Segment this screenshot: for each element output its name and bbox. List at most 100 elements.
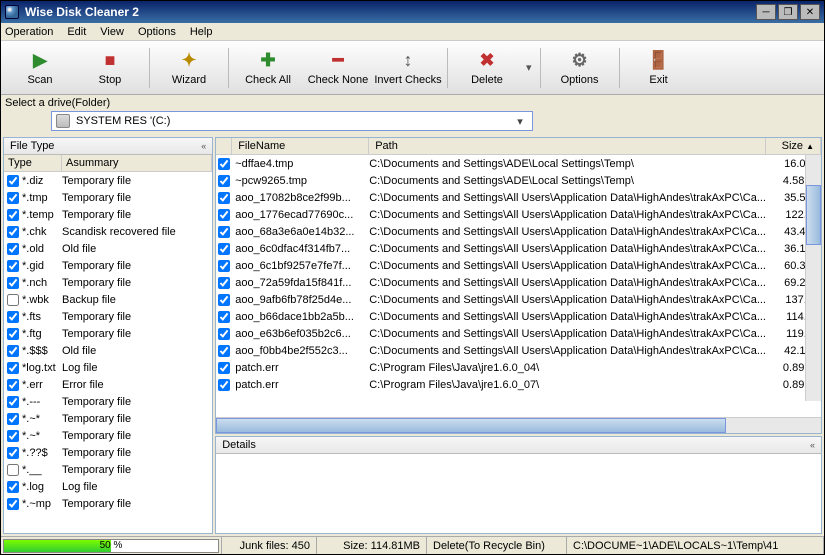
filetype-checkbox[interactable] <box>7 209 19 221</box>
drive-combo[interactable]: SYSTEM RES '(C:) ▾ <box>51 111 533 131</box>
filetype-row[interactable]: *.chkScandisk recovered file <box>4 223 212 240</box>
filetype-checkbox[interactable] <box>7 430 19 442</box>
filetype-checkbox[interactable] <box>7 379 19 391</box>
file-row[interactable]: patch.errC:\Program Files\Java\jre1.6.0_… <box>216 376 821 393</box>
filetype-checkbox[interactable] <box>7 260 19 272</box>
file-checkbox[interactable] <box>218 175 230 187</box>
filetype-checkbox[interactable] <box>7 175 19 187</box>
file-row[interactable]: aoo_9afb6fb78f25d4e...C:\Documents and S… <box>216 291 821 308</box>
file-row[interactable]: aoo_68a3e6a0e14b32...C:\Documents and Se… <box>216 223 821 240</box>
file-row[interactable]: aoo_b66dace1bb2a5b...C:\Documents and Se… <box>216 308 821 325</box>
filetype-row[interactable]: *.oldOld file <box>4 240 212 257</box>
file-checkbox[interactable] <box>218 379 230 391</box>
filetype-checkbox[interactable] <box>7 498 19 510</box>
file-checkbox[interactable] <box>218 226 230 238</box>
filetype-row[interactable]: *.dizTemporary file <box>4 172 212 189</box>
maximize-button[interactable]: ❐ <box>778 4 798 20</box>
file-checkbox[interactable] <box>218 294 230 306</box>
file-checkbox[interactable] <box>218 311 230 323</box>
file-row[interactable]: aoo_6c0dfac4f314fb7...C:\Documents and S… <box>216 240 821 257</box>
menu-operation[interactable]: Operation <box>5 26 53 38</box>
menu-edit[interactable]: Edit <box>67 26 86 38</box>
filetype-checkbox[interactable] <box>7 464 19 476</box>
menu-help[interactable]: Help <box>190 26 213 38</box>
filetype-row[interactable]: *log.txtLog file <box>4 359 212 376</box>
filetype-row[interactable]: *.---Temporary file <box>4 393 212 410</box>
filetype-row[interactable]: *.~mpTemporary file <box>4 495 212 512</box>
file-checkbox[interactable] <box>218 192 230 204</box>
filetype-row[interactable]: *.tempTemporary file <box>4 206 212 223</box>
filetype-row[interactable]: *.~*Temporary file <box>4 427 212 444</box>
filetype-checkbox[interactable] <box>7 311 19 323</box>
filetype-row[interactable]: *.nchTemporary file <box>4 274 212 291</box>
options-button[interactable]: ⚙Options <box>545 43 615 93</box>
col-size[interactable]: Size ▲ <box>766 138 821 154</box>
filetype-checkbox[interactable] <box>7 481 19 493</box>
filetype-checkbox[interactable] <box>7 277 19 289</box>
filetype-row[interactable]: *.$$$Old file <box>4 342 212 359</box>
file-row[interactable]: aoo_f0bb4be2f552c3...C:\Documents and Se… <box>216 342 821 359</box>
file-row[interactable]: aoo_e63b6ef035b2c6...C:\Documents and Se… <box>216 325 821 342</box>
file-rows[interactable]: ~dffae4.tmpC:\Documents and Settings\ADE… <box>216 155 821 417</box>
file-row[interactable]: ~dffae4.tmpC:\Documents and Settings\ADE… <box>216 155 821 172</box>
collapse-icon[interactable]: « <box>201 141 206 151</box>
file-row[interactable]: aoo_72a59fda15f841f...C:\Documents and S… <box>216 274 821 291</box>
filetype-list[interactable]: Type Asummary *.dizTemporary file*.tmpTe… <box>4 155 212 533</box>
file-checkbox[interactable] <box>218 328 230 340</box>
file-checkbox[interactable] <box>218 209 230 221</box>
filetype-checkbox[interactable] <box>7 192 19 204</box>
file-checkbox[interactable] <box>218 158 230 170</box>
filetype-row[interactable]: *.ftgTemporary file <box>4 325 212 342</box>
file-row[interactable]: aoo_6c1bf9257e7fe7f...C:\Documents and S… <box>216 257 821 274</box>
menu-view[interactable]: View <box>100 26 124 38</box>
vertical-scroll-thumb[interactable] <box>806 185 821 245</box>
col-filename[interactable]: FileName <box>232 138 369 154</box>
invert-button[interactable]: ↕Invert Checks <box>373 43 443 93</box>
filetype-row[interactable]: *.errError file <box>4 376 212 393</box>
checkall-button[interactable]: ✚Check All <box>233 43 303 93</box>
filetype-row[interactable]: *.__Temporary file <box>4 461 212 478</box>
filetype-row[interactable]: *.ftsTemporary file <box>4 308 212 325</box>
exit-button[interactable]: 🚪Exit <box>624 43 694 93</box>
delete-dropdown[interactable]: ▾ <box>522 61 536 74</box>
filetype-row[interactable]: *.wbkBackup file <box>4 291 212 308</box>
chevron-down-icon[interactable]: ▾ <box>512 115 528 128</box>
file-checkbox[interactable] <box>218 345 230 357</box>
filetype-row[interactable]: *.gidTemporary file <box>4 257 212 274</box>
menu-options[interactable]: Options <box>138 26 176 38</box>
filetype-checkbox[interactable] <box>7 226 19 238</box>
filetype-checkbox[interactable] <box>7 243 19 255</box>
col-summary[interactable]: Asummary <box>62 155 212 171</box>
col-check[interactable] <box>216 138 232 154</box>
file-row[interactable]: aoo_17082b8ce2f99b...C:\Documents and Se… <box>216 189 821 206</box>
file-row[interactable]: patch.errC:\Program Files\Java\jre1.6.0_… <box>216 359 821 376</box>
filetype-checkbox[interactable] <box>7 413 19 425</box>
filetype-row[interactable]: *.??$Temporary file <box>4 444 212 461</box>
horizontal-scroll-thumb[interactable] <box>216 418 726 433</box>
filetype-checkbox[interactable] <box>7 362 19 374</box>
filetype-row[interactable]: *.tmpTemporary file <box>4 189 212 206</box>
checknone-button[interactable]: ━Check None <box>303 43 373 93</box>
wizard-button[interactable]: ✦Wizard <box>154 43 224 93</box>
filetype-row[interactable]: *.~*Temporary file <box>4 410 212 427</box>
file-row[interactable]: ~pcw9265.tmpC:\Documents and Settings\AD… <box>216 172 821 189</box>
stop-button[interactable]: ■Stop <box>75 43 145 93</box>
filetype-checkbox[interactable] <box>7 345 19 357</box>
filetype-checkbox[interactable] <box>7 447 19 459</box>
close-button[interactable]: ✕ <box>800 4 820 20</box>
delete-button[interactable]: ✖Delete <box>452 43 522 93</box>
horizontal-scrollbar[interactable] <box>216 417 821 433</box>
file-checkbox[interactable] <box>218 362 230 374</box>
scan-button[interactable]: ▶Scan <box>5 43 75 93</box>
file-checkbox[interactable] <box>218 277 230 289</box>
file-row[interactable]: aoo_1776ecad77690c...C:\Documents and Se… <box>216 206 821 223</box>
filetype-checkbox[interactable] <box>7 328 19 340</box>
filetype-checkbox[interactable] <box>7 294 19 306</box>
file-checkbox[interactable] <box>218 243 230 255</box>
col-type[interactable]: Type <box>4 155 62 171</box>
minimize-button[interactable]: ─ <box>756 4 776 20</box>
vertical-scrollbar[interactable] <box>805 155 821 401</box>
filetype-checkbox[interactable] <box>7 396 19 408</box>
file-checkbox[interactable] <box>218 260 230 272</box>
col-path[interactable]: Path <box>369 138 766 154</box>
